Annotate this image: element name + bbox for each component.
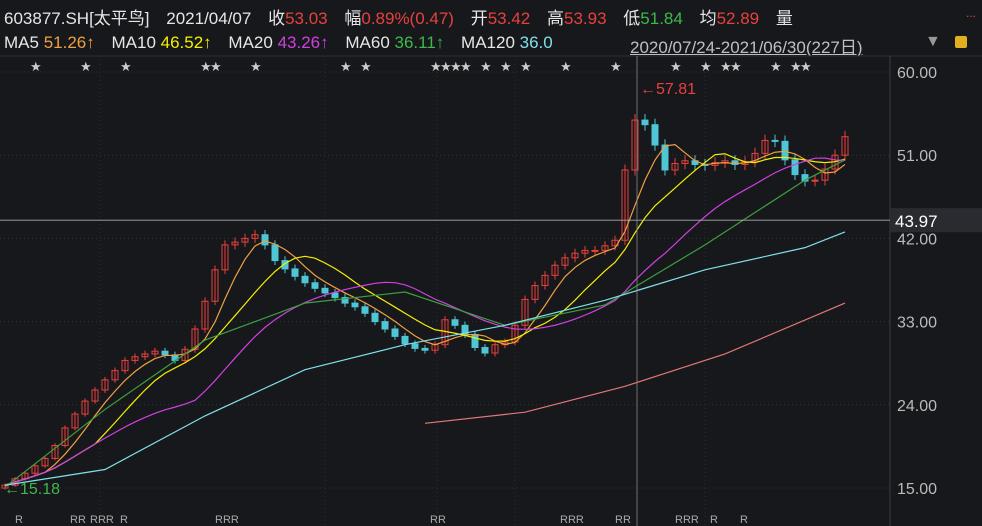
ma60-line bbox=[4, 159, 846, 488]
candle bbox=[381, 321, 389, 330]
r-marker: R bbox=[15, 514, 23, 526]
y-tick-label: 33.00 bbox=[897, 315, 937, 332]
star-marker: ★ bbox=[730, 59, 742, 74]
star-marker: ★ bbox=[340, 59, 352, 74]
r-marker: RRR bbox=[215, 514, 239, 526]
candle bbox=[271, 244, 279, 262]
candlestick-chart[interactable]: 60.00 51.00 42.00 33.00 24.00 15.00 43.97 ←57.8… bbox=[0, 0, 982, 526]
candle bbox=[351, 302, 359, 308]
r-marker: R bbox=[120, 514, 128, 526]
star-marker: ★ bbox=[120, 59, 132, 74]
ma10-line bbox=[4, 153, 846, 486]
r-marker: RR bbox=[615, 514, 631, 526]
candle bbox=[591, 249, 599, 252]
star-marker: ★ bbox=[80, 59, 92, 74]
r-marker: RRR bbox=[90, 514, 114, 526]
candle bbox=[361, 306, 369, 314]
r-marker: RR bbox=[430, 514, 446, 526]
star-marker: ★ bbox=[770, 59, 782, 74]
r-marker: R bbox=[740, 514, 748, 526]
candle bbox=[331, 292, 339, 299]
star-marker: ★ bbox=[610, 59, 622, 74]
r-marker: R bbox=[710, 514, 718, 526]
star-marker: ★ bbox=[700, 59, 712, 74]
star-marker: ★ bbox=[250, 59, 262, 74]
candle bbox=[451, 319, 459, 326]
candle bbox=[471, 334, 479, 348]
candle bbox=[391, 328, 399, 337]
max-price-label: ←57.81 bbox=[640, 81, 696, 98]
crosshair-price: 43.97 bbox=[895, 212, 938, 231]
candle bbox=[261, 234, 269, 246]
y-tick-label: 51.00 bbox=[897, 148, 937, 165]
candle bbox=[811, 179, 819, 182]
r-marker: RRR bbox=[675, 514, 699, 526]
r-marker: RRR bbox=[560, 514, 584, 526]
star-marker: ★ bbox=[800, 59, 812, 74]
star-marker: ★ bbox=[500, 59, 512, 74]
candle bbox=[641, 119, 649, 126]
r-marker: RR bbox=[70, 514, 86, 526]
candle bbox=[291, 268, 299, 277]
candle bbox=[371, 312, 379, 323]
candle bbox=[401, 335, 409, 345]
candle bbox=[321, 287, 329, 294]
star-marker: ★ bbox=[460, 59, 472, 74]
candle bbox=[791, 159, 799, 176]
star-marker: ★ bbox=[30, 59, 42, 74]
candle bbox=[771, 139, 779, 142]
star-marker: ★ bbox=[360, 59, 372, 74]
star-marker: ★ bbox=[520, 59, 532, 74]
ma120-line bbox=[4, 231, 846, 486]
ma5-line bbox=[4, 144, 846, 486]
star-marker: ★ bbox=[210, 59, 222, 74]
candle bbox=[311, 282, 319, 289]
y-tick-label: 42.00 bbox=[897, 231, 937, 248]
star-marker: ★ bbox=[670, 59, 682, 74]
star-marker: ★ bbox=[480, 59, 492, 74]
candle bbox=[411, 343, 419, 349]
candle bbox=[301, 275, 309, 284]
min-price-label: ←15.18 bbox=[4, 481, 60, 498]
star-marker: ★ bbox=[560, 59, 572, 74]
y-tick-label: 60.00 bbox=[897, 65, 937, 82]
y-tick-label: 15.00 bbox=[897, 481, 937, 498]
candle bbox=[481, 346, 489, 354]
y-tick-label: 24.00 bbox=[897, 398, 937, 415]
candle bbox=[421, 347, 429, 351]
candle bbox=[161, 350, 169, 356]
candle bbox=[651, 124, 659, 146]
